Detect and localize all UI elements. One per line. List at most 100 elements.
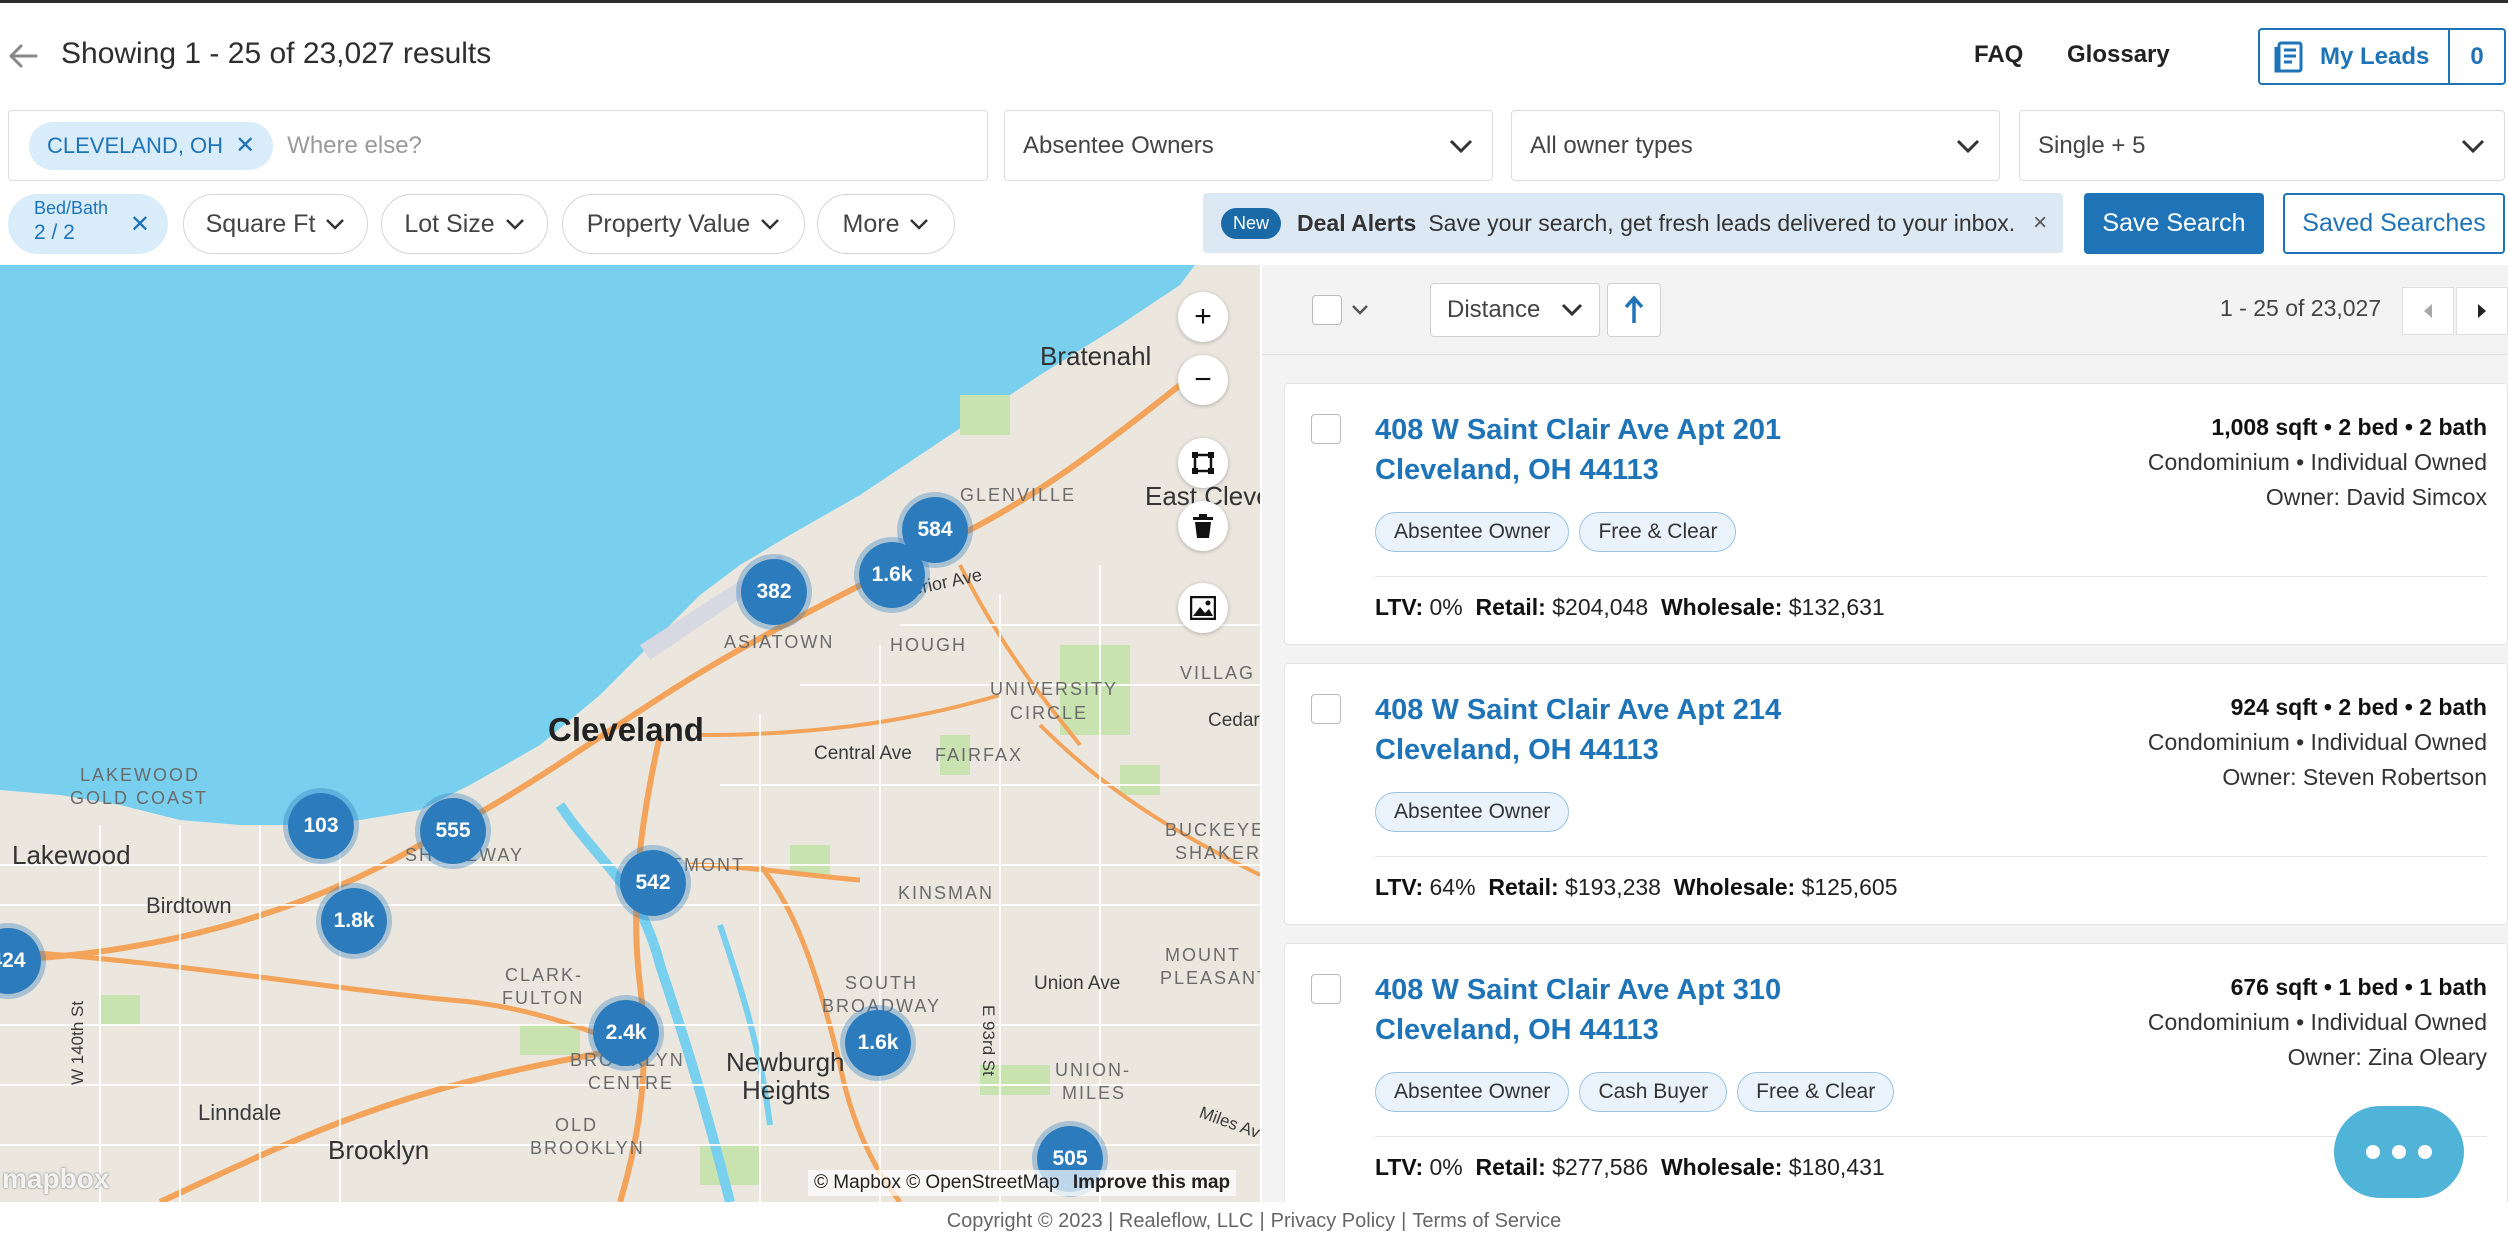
property-card[interactable]: 408 W Saint Clair Ave Apt 214 Cleveland,… xyxy=(1284,663,2508,925)
close-icon[interactable]: × xyxy=(2033,209,2047,237)
next-page-button[interactable] xyxy=(2456,287,2508,335)
tag: Cash Buyer xyxy=(1579,1072,1728,1112)
map-label-e93rd: E 93rd St xyxy=(979,1005,998,1076)
map-cluster[interactable]: 1.6k xyxy=(840,1005,916,1081)
delete-area-button[interactable] xyxy=(1178,501,1228,551)
minus-icon: − xyxy=(1194,363,1212,396)
zoom-in-button[interactable]: + xyxy=(1178,292,1228,342)
bedbath-filter[interactable]: Bed/Bath 2 / 2 ✕ xyxy=(8,194,168,254)
image-icon xyxy=(1190,596,1216,620)
privacy-policy-link[interactable]: Privacy Policy xyxy=(1271,1210,1395,1232)
terms-link[interactable]: Terms of Service xyxy=(1412,1210,1561,1232)
map-cluster[interactable]: 103 xyxy=(283,788,359,864)
prev-page-button[interactable] xyxy=(2402,287,2454,335)
leads-book-icon xyxy=(2260,40,2320,74)
map-label-brooklyn-centre-2: CENTRE xyxy=(588,1073,675,1093)
arrow-up-icon xyxy=(1624,295,1644,323)
map-label-cleveland: Cleveland xyxy=(548,711,704,748)
zoom-out-button[interactable]: − xyxy=(1178,355,1228,405)
lot-size-filter[interactable]: Lot Size xyxy=(381,194,548,254)
saved-searches-button[interactable]: Saved Searches xyxy=(2283,193,2505,254)
property-address-link[interactable]: 408 W Saint Clair Ave Apt 201 Cleveland,… xyxy=(1375,410,1781,490)
square-ft-filter[interactable]: Square Ft xyxy=(183,194,368,254)
map-label-kinsman: KINSMAN xyxy=(898,883,995,903)
arrow-left-icon[interactable] xyxy=(6,39,40,73)
property-address-link[interactable]: 408 W Saint Clair Ave Apt 310 Cleveland,… xyxy=(1375,970,1781,1050)
map-label-central-ave: Central Ave xyxy=(814,743,912,764)
chat-button[interactable] xyxy=(2334,1106,2464,1198)
location-input[interactable] xyxy=(287,131,888,160)
retail-label: Retail: xyxy=(1475,1154,1546,1180)
map-label-circle: CIRCLE xyxy=(1010,703,1089,723)
tag: Absentee Owner xyxy=(1375,1072,1570,1112)
lead-type-select[interactable]: Absentee Owners xyxy=(1004,110,1493,181)
property-type: Condominium • Individual Owned xyxy=(2147,1009,2487,1035)
glossary-link[interactable]: Glossary xyxy=(2067,41,2170,69)
map-label-w140th: W 140th St xyxy=(68,1000,87,1085)
property-address-link[interactable]: 408 W Saint Clair Ave Apt 214 Cleveland,… xyxy=(1375,690,1781,770)
property-card[interactable]: 408 W Saint Clair Ave Apt 310 Cleveland,… xyxy=(1284,943,2508,1202)
chevron-down-icon[interactable] xyxy=(1350,303,1370,317)
map-cluster[interactable]: 542 xyxy=(615,845,691,921)
property-value-filter[interactable]: Property Value xyxy=(562,194,805,254)
more-filter[interactable]: More xyxy=(817,194,955,254)
map-label-newburgh-2: Heights xyxy=(742,1075,831,1105)
map-cluster[interactable]: 2.4k xyxy=(588,995,664,1071)
retail-label: Retail: xyxy=(1475,594,1546,620)
map-label-union-ave: Union Ave xyxy=(1034,973,1121,994)
my-leads-button[interactable]: My Leads 0 xyxy=(2258,28,2506,85)
chevron-down-icon xyxy=(2461,139,2485,153)
location-search[interactable]: CLEVELAND, OH ✕ xyxy=(8,110,988,181)
property-checkbox[interactable] xyxy=(1311,414,1341,444)
sort-select[interactable]: Distance xyxy=(1430,283,1600,337)
map-label-cedar: Cedar xyxy=(1208,710,1260,731)
select-all-checkbox[interactable] xyxy=(1312,295,1342,325)
property-types-select[interactable]: Single + 5 xyxy=(2019,110,2505,181)
header: Showing 1 - 25 of 23,027 results FAQ Glo… xyxy=(0,3,2508,103)
property-card[interactable]: 408 W Saint Clair Ave Apt 201 Cleveland,… xyxy=(1284,383,2508,645)
map-cluster[interactable]: 382 xyxy=(736,554,812,630)
sort-direction-button[interactable] xyxy=(1607,283,1661,337)
map-label-bratenahl: Bratenahl xyxy=(1040,341,1152,371)
map-label-old-brooklyn-2: BROOKLYN xyxy=(530,1138,645,1158)
divider xyxy=(1375,576,2487,577)
map-cluster[interactable]: 1.6k xyxy=(854,537,930,613)
map-style-button[interactable] xyxy=(1178,583,1228,633)
map[interactable]: Bratenahl GLENVILLE East Cleve HOUGH ASI… xyxy=(0,265,1260,1202)
lead-type-value: Absentee Owners xyxy=(1023,131,1214,159)
property-checkbox[interactable] xyxy=(1311,694,1341,724)
tag: Free & Clear xyxy=(1737,1072,1895,1112)
map-label-birdtown: Birdtown xyxy=(146,893,232,918)
save-search-button[interactable]: Save Search xyxy=(2084,193,2264,254)
faq-link[interactable]: FAQ xyxy=(1974,41,2023,69)
property-tags: Absentee Owner xyxy=(1375,792,1570,832)
wholesale-value: $125,605 xyxy=(1801,874,1898,900)
sort-value: Distance xyxy=(1447,296,1541,323)
location-chip[interactable]: CLEVELAND, OH ✕ xyxy=(29,121,274,170)
retail-value: $193,238 xyxy=(1565,874,1661,900)
map-label-glenville: GLENVILLE xyxy=(960,485,1077,505)
location-chip-label: CLEVELAND, OH xyxy=(47,132,224,158)
list-toolbar: Distance 1 - 25 of 23,027 xyxy=(1262,265,2508,355)
close-icon[interactable]: ✕ xyxy=(235,131,255,160)
property-type: Condominium • Individual Owned xyxy=(2147,729,2487,755)
owner-types-select[interactable]: All owner types xyxy=(1511,110,2000,181)
map-label-hough: HOUGH xyxy=(890,635,967,655)
address-line2: Cleveland, OH 44113 xyxy=(1375,454,1659,486)
close-icon[interactable]: ✕ xyxy=(130,210,150,239)
chevron-down-icon xyxy=(1956,139,1980,153)
property-owner: Owner: Zina Oleary xyxy=(2287,1044,2487,1070)
draw-area-button[interactable] xyxy=(1178,438,1228,488)
chat-dots-icon xyxy=(2366,1145,2380,1159)
map-cluster[interactable]: 555 xyxy=(415,793,491,869)
property-checkbox[interactable] xyxy=(1311,974,1341,1004)
map-label-lakewood: Lakewood xyxy=(12,840,131,870)
chevron-down-icon xyxy=(1449,139,1473,153)
improve-map-link[interactable]: Improve this map xyxy=(1073,1172,1230,1193)
map-cluster[interactable]: 1.8k xyxy=(316,883,392,959)
chevron-down-icon xyxy=(1561,303,1583,317)
map-label-union-miles-2: MILES xyxy=(1062,1083,1127,1103)
attribution-text[interactable]: © Mapbox © OpenStreetMap xyxy=(814,1172,1060,1193)
trash-icon xyxy=(1193,514,1213,538)
lot-size-label: Lot Size xyxy=(404,209,495,238)
